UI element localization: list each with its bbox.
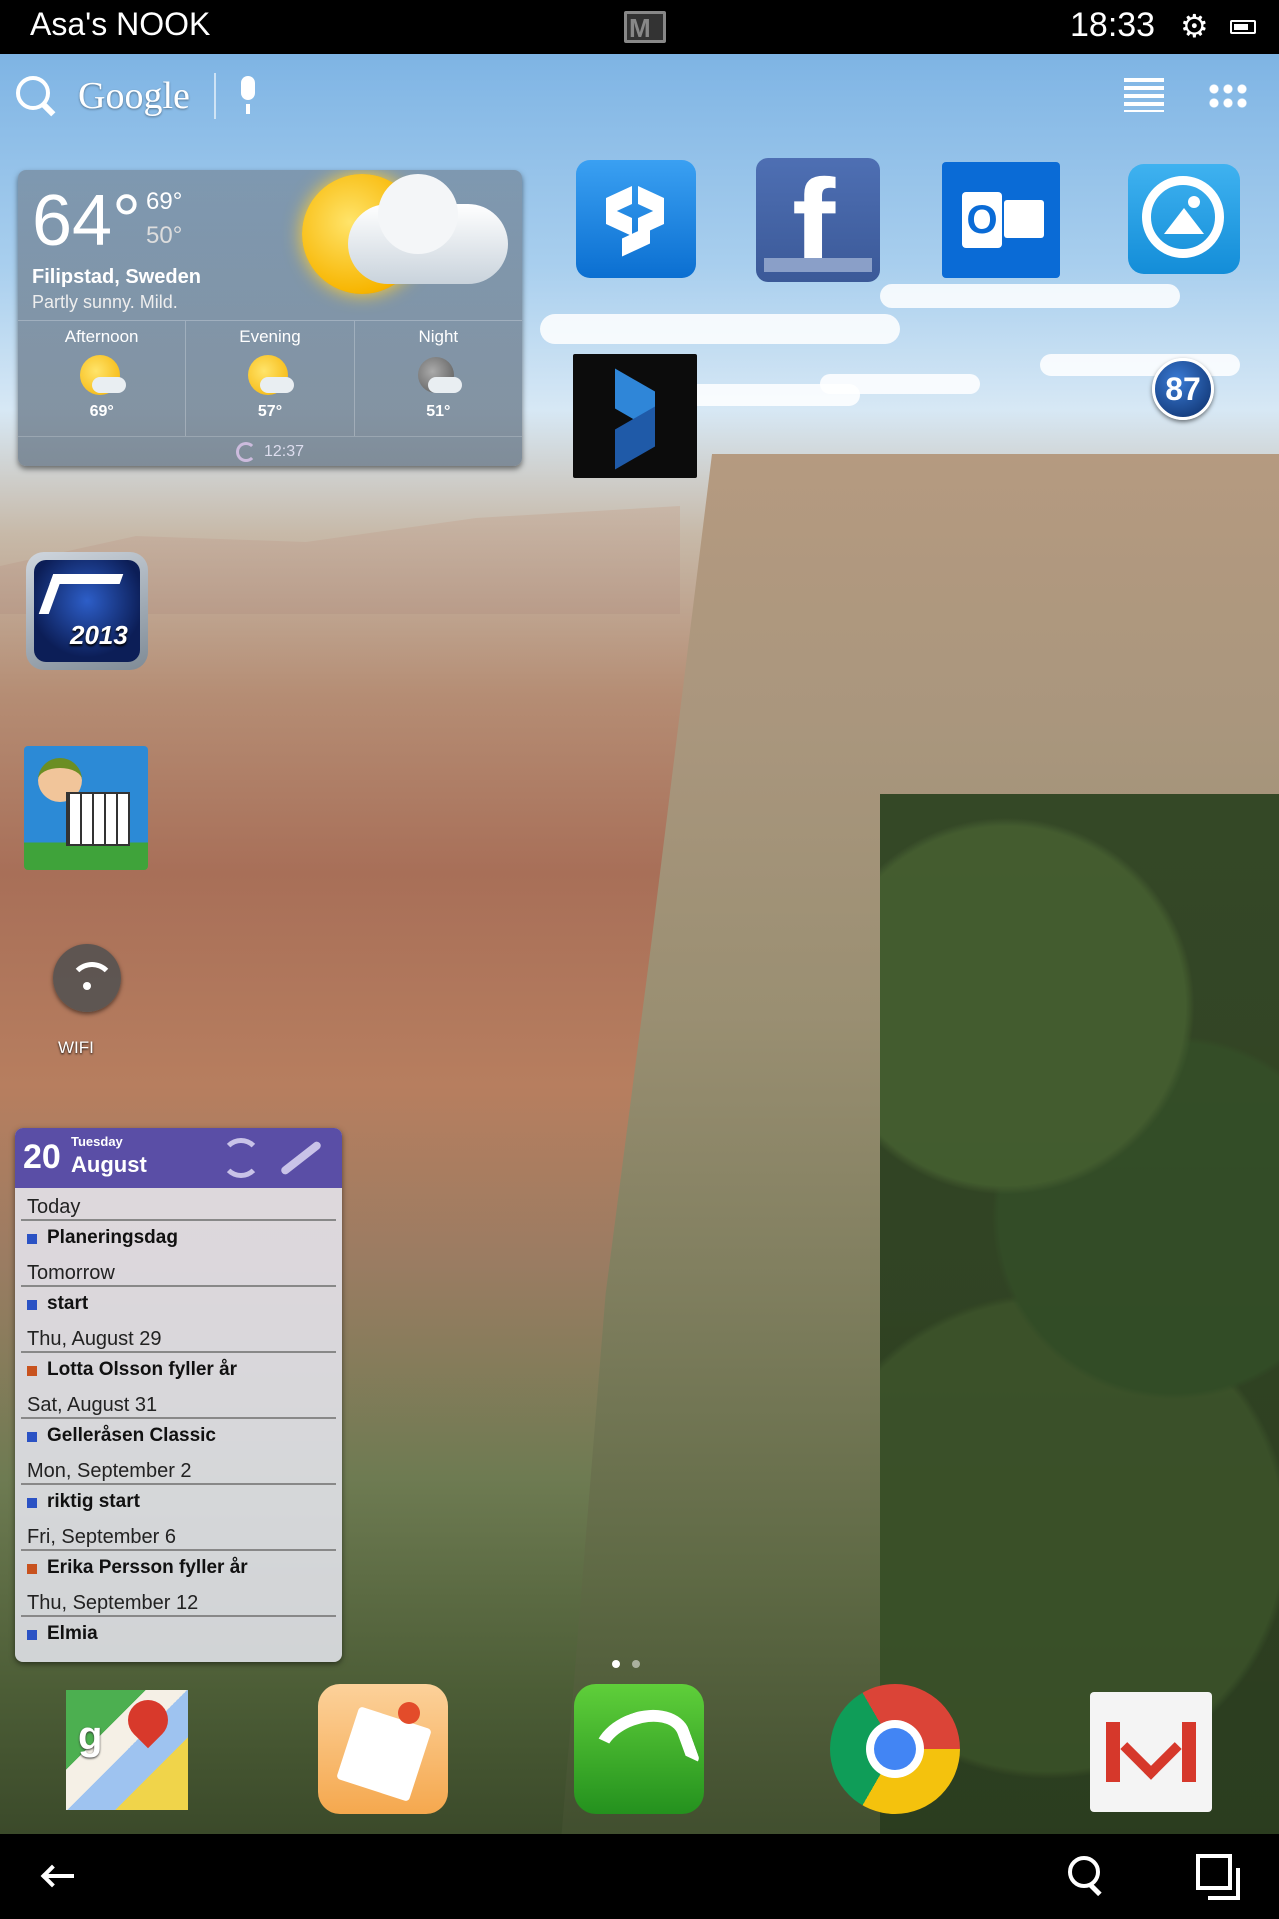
low-temperature: 50° [146,222,183,249]
list-date: Fri, September 6 [21,1518,336,1551]
calendar-header: 20 Tuesday August [15,1128,342,1188]
sun-cloud-icon [76,353,128,401]
streaming-app-icon[interactable] [573,354,697,478]
list-item[interactable]: Gelleråsen Classic [21,1419,336,1452]
event-title: start [47,1292,89,1314]
forecast-label: Night [418,327,459,346]
event-title: riktig start [47,1490,140,1512]
google-search-bar[interactable]: Google [14,66,260,126]
weather-updated[interactable]: 12:37 [18,436,522,466]
outlook-letter: O [962,192,1002,248]
google-label[interactable]: Google [78,74,190,118]
dolphin-browser-icon[interactable] [574,1684,704,1814]
search-icon[interactable] [1068,1856,1104,1896]
status-bar: Asa's NOOK M 18:33 ⚙ [0,0,1279,54]
forecast: Afternoon 69° Evening 57° Night 51° [18,320,522,436]
gmail-icon[interactable] [1090,1692,1212,1812]
gmail-notification-icon[interactable]: M [624,11,666,43]
search-divider [213,73,216,119]
list-date: Today [21,1188,336,1221]
weather-widget[interactable]: 64° 69° 50° Filipstad, Sweden Partly sun… [18,170,522,466]
quickpic-icon[interactable] [1128,164,1240,274]
list-item[interactable]: Erika Persson fyller år [21,1551,336,1584]
refresh-icon[interactable] [221,1138,261,1178]
forecast-night: Night 51° [355,321,522,436]
forecast-temp: 51° [426,403,451,420]
motogp-label: 2013 [70,620,128,650]
badge-value: 87 [1165,371,1201,407]
page-indicator [612,1660,640,1668]
facebook-icon[interactable]: f [756,158,880,282]
mic-icon[interactable] [236,76,260,116]
list-item[interactable]: Planeringsdag [21,1221,336,1254]
wrench-icon[interactable] [279,1140,323,1176]
sun-cloud-icon [288,170,518,320]
high-temperature: 69° [146,188,183,215]
calendar-list: Today Planeringsdag Tomorrow start Thu, … [15,1188,342,1650]
moon-cloud-icon [412,353,464,401]
wifi-toggle-icon[interactable] [53,944,121,1012]
motogp-2013-icon[interactable]: 2013 [26,552,148,670]
calendar-day: 20 [23,1138,61,1176]
current-temperature: 64° [32,181,141,261]
list-item[interactable]: Elmia [21,1617,336,1650]
battery-icon [1230,20,1256,34]
dropbox-icon[interactable] [576,160,696,278]
event-title: Planeringsdag [47,1226,178,1248]
list-date: Thu, August 29 [21,1320,336,1353]
page-dot [612,1660,620,1668]
device-name: Asa's NOOK [30,6,211,42]
list-view-icon[interactable] [1124,78,1164,112]
badge-87-icon[interactable]: 87 [1152,358,1214,420]
list-item[interactable]: Lotta Olsson fyller år [21,1353,336,1386]
forecast-label: Evening [239,327,301,346]
list-date: Mon, September 2 [21,1452,336,1485]
maps-letter: g [78,1714,103,1758]
list-item[interactable]: start [21,1287,336,1320]
maps-icon[interactable]: g [66,1690,188,1810]
settings-icon[interactable]: ⚙ [1180,10,1209,42]
event-title: Elmia [47,1622,98,1644]
updated-time: 12:37 [263,443,305,460]
chrome-icon[interactable] [830,1684,960,1814]
calendar-month: August [71,1152,147,1177]
wifi-label: WIFI [58,1038,94,1057]
list-date: Tomorrow [21,1254,336,1287]
forecast-temp: 57° [257,403,283,420]
calendar-widget[interactable]: 20 Tuesday August Today Planeringsdag To… [15,1128,342,1662]
event-title: Erika Persson fyller år [47,1556,248,1578]
list-date: Thu, September 12 [21,1584,336,1617]
refresh-icon[interactable] [235,441,256,462]
recent-apps-icon[interactable] [1196,1854,1240,1900]
forecast-label: Afternoon [64,327,139,346]
navigation-bar [0,1834,1279,1919]
sun-cloud-icon [244,353,296,401]
apps-grid-icon[interactable] [1207,82,1249,112]
search-icon[interactable] [14,74,58,118]
page-dot [632,1660,640,1668]
notes-icon[interactable] [318,1684,448,1814]
outlook-icon[interactable]: O [942,162,1060,278]
event-title: Lotta Olsson fyller år [47,1358,238,1380]
forecast-afternoon: Afternoon 69° [18,321,187,436]
list-item[interactable]: riktig start [21,1485,336,1518]
clock: 18:33 [1070,6,1156,44]
list-date: Sat, August 31 [21,1386,336,1419]
forecast-evening: Evening 57° [186,321,355,436]
event-title: Gelleråsen Classic [47,1424,216,1446]
forecast-temp: 69° [89,403,114,420]
weather-location: Filipstad, Sweden [32,266,201,288]
calendar-weekday: Tuesday [71,1134,123,1149]
weather-condition: Partly sunny. Mild. [32,292,178,312]
crossword-icon[interactable] [24,746,148,870]
back-icon[interactable] [42,1864,76,1888]
